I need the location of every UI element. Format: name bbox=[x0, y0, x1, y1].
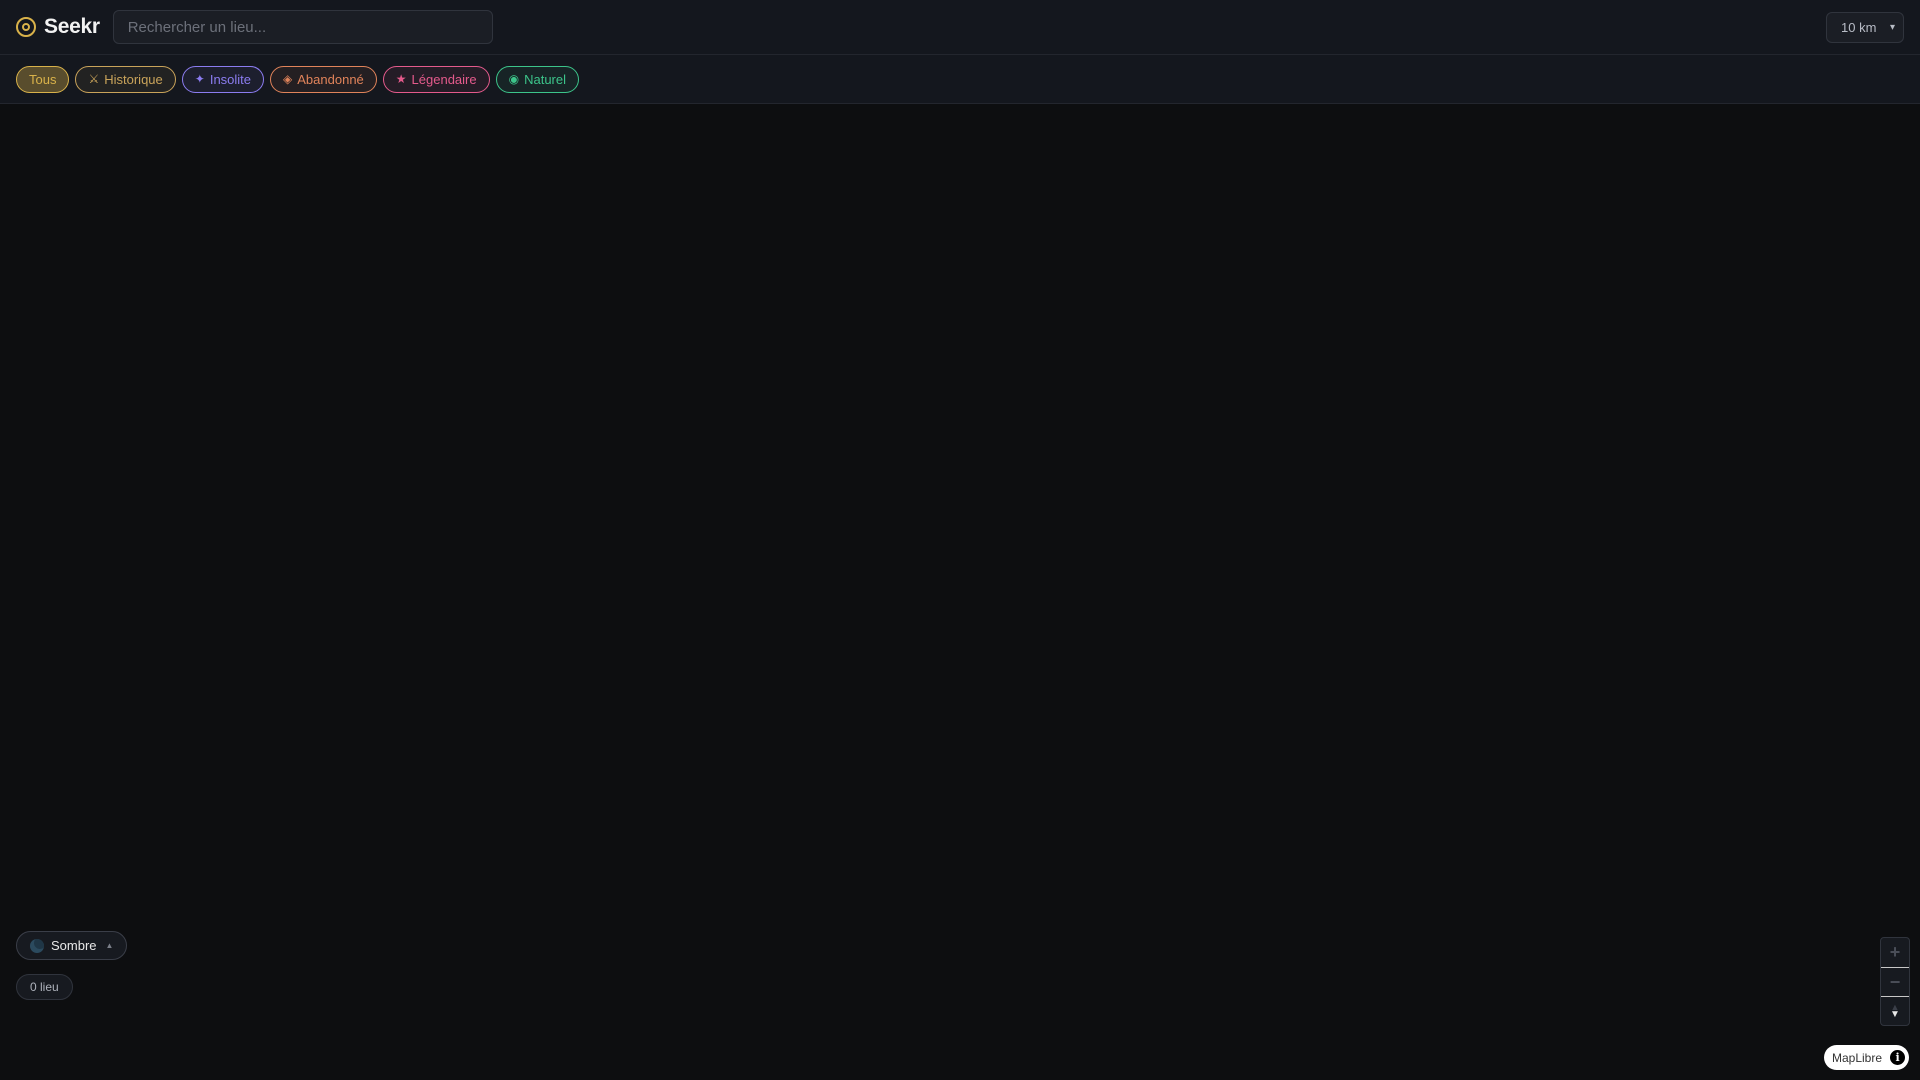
map-navigation-control: + − ▲ ▼ bbox=[1880, 937, 1910, 1026]
map-attribution[interactable]: MapLibre i bbox=[1824, 1045, 1910, 1070]
filter-chip-naturel[interactable]: ◉ Naturel bbox=[495, 65, 580, 93]
results-count-badge: 0 lieu bbox=[16, 974, 73, 1000]
swords-icon: ⚔ bbox=[88, 72, 100, 86]
app-logo[interactable]: Seekr bbox=[16, 15, 100, 39]
minus-icon: − bbox=[1889, 971, 1901, 992]
search-input[interactable] bbox=[112, 10, 493, 44]
plus-icon: + bbox=[1889, 942, 1901, 962]
compass-button[interactable]: ▲ ▼ bbox=[1881, 996, 1909, 1025]
compass-south-icon: ▼ bbox=[1890, 1009, 1900, 1020]
zoom-in-button[interactable]: + bbox=[1881, 938, 1909, 967]
moon-icon bbox=[30, 938, 44, 953]
diamond-icon: ◈ bbox=[283, 72, 293, 86]
circle-dot-icon: ◉ bbox=[508, 72, 520, 86]
filter-chip-historique[interactable]: ⚔ Historique bbox=[75, 65, 176, 93]
results-count-label: 0 lieu bbox=[30, 980, 59, 994]
filter-chip-abandonne[interactable]: ◈ Abandonné bbox=[270, 65, 377, 93]
filter-label: Tous bbox=[29, 71, 57, 87]
category-filter-bar: Tous ⚔ Historique ✦ Insolite ◈ Abandonné… bbox=[0, 55, 1920, 104]
target-icon bbox=[16, 17, 36, 37]
map-style-toggle[interactable]: Sombre ▲ bbox=[16, 931, 128, 960]
info-icon[interactable]: i bbox=[1890, 1050, 1906, 1065]
filter-label: Légendaire bbox=[411, 71, 477, 87]
map-canvas[interactable] bbox=[0, 104, 1920, 1080]
star-icon: ★ bbox=[395, 72, 407, 86]
attribution-label: MapLibre bbox=[1832, 1050, 1883, 1065]
chevron-down-icon: ▾ bbox=[1889, 22, 1895, 33]
sparkle-icon: ✦ bbox=[194, 72, 205, 86]
radius-value: 10 km bbox=[1841, 20, 1877, 35]
filter-label: Naturel bbox=[524, 71, 567, 87]
zoom-out-button[interactable]: − bbox=[1881, 967, 1909, 996]
radius-select[interactable]: 10 km ▾ bbox=[1826, 12, 1904, 43]
caret-up-icon: ▲ bbox=[105, 941, 114, 950]
filter-label: Insolite bbox=[209, 71, 252, 87]
filter-chip-insolite[interactable]: ✦ Insolite bbox=[181, 65, 265, 93]
map-style-label: Sombre bbox=[51, 938, 97, 953]
filter-chip-tous[interactable]: Tous bbox=[16, 65, 70, 93]
filter-chip-legendaire[interactable]: ★ Légendaire bbox=[382, 65, 490, 93]
filter-label: Historique bbox=[104, 71, 163, 87]
filter-label: Abandonné bbox=[297, 71, 364, 87]
top-header: Seekr 10 km ▾ bbox=[0, 0, 1920, 55]
app-name: Seekr bbox=[44, 15, 100, 38]
